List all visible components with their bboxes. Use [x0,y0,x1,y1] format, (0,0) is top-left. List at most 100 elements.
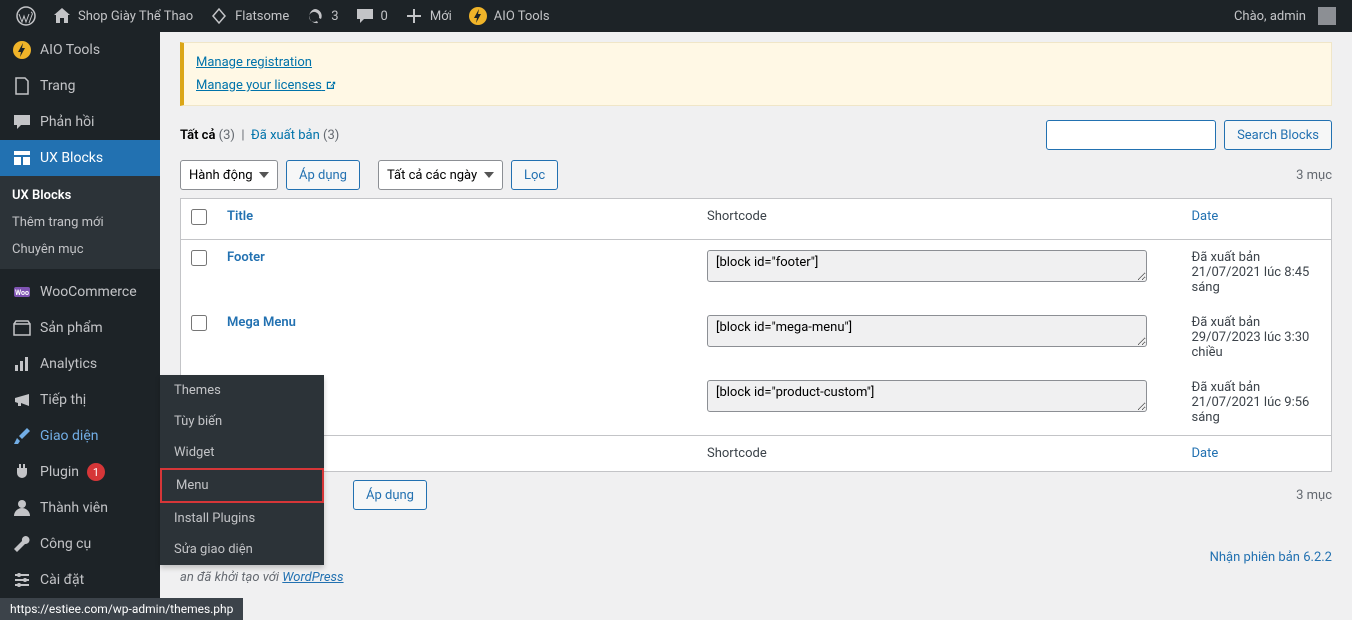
version-link[interactable]: Nhận phiên bản 6.2.2 [1210,550,1332,565]
wrench-icon [12,534,32,554]
apply-bulk-button-bottom[interactable]: Áp dụng [353,480,427,510]
table-row: Mega Menu [block id="mega-menu"] Đã xuất… [181,305,1332,370]
external-link-icon [325,80,337,92]
submenu-ux-blocks[interactable]: UX Blocks [0,182,160,209]
sidebar-item-plugins[interactable]: Plugin1 [0,454,160,490]
flyout-widgets[interactable]: Widget [160,437,324,468]
flyout-themes[interactable]: Themes [160,375,324,406]
svg-text:Woo: Woo [15,289,29,297]
plus-icon [404,6,424,26]
date-filter-select[interactable]: Tất cả các ngày [378,160,503,190]
filter-published[interactable]: Đã xuất bản [251,128,320,143]
shortcode-field[interactable]: [block id="mega-menu"] [707,315,1147,347]
browser-status-bar: https://estiee.com/wp-admin/themes.php [0,598,243,620]
woo-icon: Woo [12,282,32,302]
sidebar-item-appearance[interactable]: Giao diện [0,418,160,454]
megaphone-icon [12,390,32,410]
update-icon [305,6,325,26]
status-filter: Tất cả (3) | Đã xuất bản (3) [180,128,339,143]
shortcode-field[interactable]: [block id="product-custom"] [707,380,1147,412]
table-row: [block id="product-custom"] Đã xuất bản2… [181,370,1332,436]
apply-bulk-button[interactable]: Áp dụng [286,160,360,190]
admin-toolbar: Shop Giày Thể Thao Flatsome 3 0 Mới AIO … [0,0,1352,32]
avatar [1318,7,1336,25]
submenu-categories[interactable]: Chuyên mục [0,236,160,263]
flyout-theme-editor[interactable]: Sửa giao diện [160,534,324,565]
comments-link[interactable]: 0 [347,0,396,32]
license-notice: Manage registration Manage your licenses [180,42,1332,106]
sidebar-item-users[interactable]: Thành viên [0,490,160,526]
aio-link[interactable]: AIO Tools [460,0,558,32]
row-date: 21/07/2021 lúc 8:45 sáng [1192,265,1322,295]
submenu-add-new[interactable]: Thêm trang mới [0,209,160,236]
item-count-bottom: 3 mục [1296,488,1332,503]
col-shortcode-foot: Shortcode [697,436,1182,472]
row-status: Đã xuất bản [1192,315,1322,330]
account-link[interactable]: Chào, admin [1226,0,1344,32]
search-button[interactable]: Search Blocks [1224,120,1332,150]
comment-icon [12,112,32,132]
appearance-flyout: Themes Tùy biến Widget Menu Install Plug… [160,375,324,565]
col-title[interactable]: Title [227,209,253,224]
brush-icon [12,426,32,446]
product-icon [12,318,32,338]
sidebar-item-feedback[interactable]: Phản hồi [0,104,160,140]
row-title-link[interactable]: Footer [227,250,265,265]
sidebar-item-woocommerce[interactable]: WooWooCommerce [0,274,160,310]
search-input[interactable] [1046,120,1216,150]
theme-link[interactable]: Flatsome [201,0,297,32]
bolt-icon [468,6,488,26]
table-row: Footer [block id="footer"] Đã xuất bản21… [181,240,1332,306]
bulk-action-select[interactable]: Hành động [180,160,278,190]
filter-all[interactable]: Tất cả [180,128,215,143]
chart-icon [12,354,32,374]
sidebar-item-ux-blocks[interactable]: UX Blocks [0,140,160,176]
col-shortcode: Shortcode [697,199,1182,240]
plugin-update-badge: 1 [87,463,105,481]
sidebar-item-analytics[interactable]: Analytics [0,346,160,382]
user-icon [12,498,32,518]
col-date[interactable]: Date [1192,209,1219,224]
sliders-icon [12,570,32,590]
flatsome-icon [209,6,229,26]
item-count-top: 3 mục [1296,168,1332,183]
row-date: 21/07/2021 lúc 9:56 sáng [1192,395,1322,425]
shortcode-field[interactable]: [block id="footer"] [707,250,1147,282]
row-status: Đã xuất bản [1192,380,1322,395]
col-date-foot[interactable]: Date [1192,446,1219,461]
sidebar-item-marketing[interactable]: Tiếp thị [0,382,160,418]
sidebar-item-aio[interactable]: AIO Tools [0,32,160,68]
select-all-top[interactable] [191,209,207,225]
site-link[interactable]: Shop Giày Thể Thao [44,0,201,32]
blocks-table: Title Shortcode Date Footer [block id="f… [180,198,1332,472]
flyout-menus[interactable]: Menu [160,468,324,503]
row-checkbox[interactable] [191,250,207,266]
blocks-icon [12,148,32,168]
row-title-link[interactable]: Mega Menu [227,315,296,330]
bolt-icon [12,40,32,60]
comment-icon [355,6,375,26]
row-checkbox[interactable] [191,315,207,331]
row-status: Đã xuất bản [1192,250,1322,265]
filter-button[interactable]: Lọc [511,160,558,190]
plugin-icon [12,462,32,482]
footer-credit: an đã khởi tạo với WordPress [180,570,344,585]
wp-logo[interactable] [8,0,44,32]
updates-link[interactable]: 3 [297,0,346,32]
manage-licenses-link[interactable]: Manage your licenses [196,78,337,93]
row-date: 29/07/2023 lúc 3:30 chiều [1192,330,1322,360]
sidebar-item-settings[interactable]: Cài đặt [0,562,160,598]
sidebar-item-tools[interactable]: Công cụ [0,526,160,562]
sidebar-item-pages[interactable]: Trang [0,68,160,104]
home-icon [52,6,72,26]
wordpress-link[interactable]: WordPress [282,570,343,585]
admin-sidebar: AIO Tools Trang Phản hồi UX Blocks UX Bl… [0,32,160,620]
sidebar-submenu-ux: UX Blocks Thêm trang mới Chuyên mục [0,176,160,269]
main-content: Manage registration Manage your licenses… [160,32,1352,620]
new-link[interactable]: Mới [396,0,460,32]
flyout-install-plugins[interactable]: Install Plugins [160,503,324,534]
manage-registration-link[interactable]: Manage registration [196,55,312,70]
page-icon [12,76,32,96]
sidebar-item-products[interactable]: Sản phẩm [0,310,160,346]
flyout-customize[interactable]: Tùy biến [160,406,324,437]
